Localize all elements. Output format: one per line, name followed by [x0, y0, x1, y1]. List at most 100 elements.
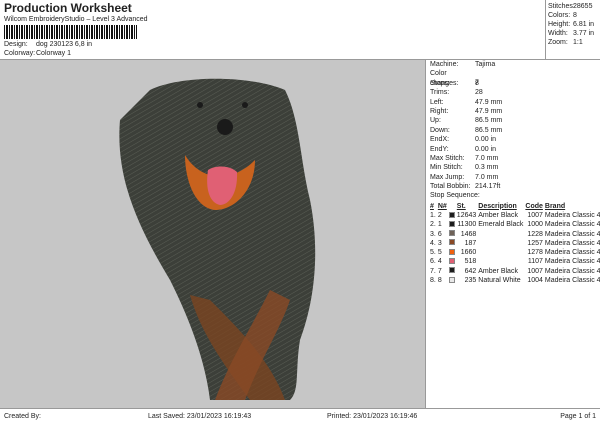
column-header: #: [430, 202, 434, 210]
thread-brand: Madeira Classic 40: [544, 221, 600, 229]
table-row: 7. 7 642 Amber Black 1007 Madeira Classic 40: [430, 267, 600, 276]
machine-row: Total Bobbin: 214.17ft: [430, 182, 596, 191]
table-row: 4. 3 187 1257 Madeira Classic 40: [430, 239, 600, 248]
table-row: 1. 2 12643 Amber Black 1007 Madeira Classic 4…: [430, 211, 600, 220]
stop-index: 3.: [430, 230, 436, 238]
thread-brand: Madeira Classic 40: [544, 249, 600, 257]
created-by: Created By:: [4, 413, 41, 420]
printed-date: Printed: 23/01/2023 16:19:46: [327, 413, 418, 420]
machine-value: 0.00 in: [475, 145, 497, 153]
thread-brand: Madeira Classic 40: [544, 239, 600, 247]
table-row: 6. 4 518 1107 Madeira Classic 40: [430, 257, 600, 266]
color-swatch: [448, 267, 455, 274]
machine-label: Max Jump:: [430, 173, 465, 181]
thread-description: Amber Black: [478, 212, 518, 219]
colorway-label: Colorway:: [4, 50, 36, 57]
machine-label: Total Bobbin:: [430, 183, 471, 191]
machine-value: 214.17ft: [475, 183, 501, 191]
machine-row: Color changes: 7: [430, 69, 596, 86]
table-row: 8. 8 235 Natural White 1004 Madeira Classic 4…: [430, 276, 600, 285]
thread-code: 1004: [527, 277, 543, 285]
stat-label: Width:: [548, 30, 568, 37]
thread-code: 1007: [527, 212, 543, 219]
column-header: [449, 202, 457, 211]
stop-index: 8.: [430, 277, 436, 285]
machine-row: Trims: 28: [430, 88, 596, 97]
machine-row: Up: 86.5 mm: [430, 116, 596, 125]
thread-code: 1007: [527, 267, 543, 275]
machine-row: Max Jump: 7.0 mm: [430, 173, 596, 182]
thread-brand: Madeira Classic 40: [544, 230, 600, 238]
color-swatch-cell: [448, 267, 457, 276]
needle-number: 8: [437, 277, 442, 285]
color-swatch-cell: [448, 239, 457, 248]
stat-label: Zoom:: [548, 39, 568, 46]
thread-brand: Madeira Classic 40: [544, 258, 600, 266]
machine-label: Right:: [430, 107, 449, 115]
machine-row: Right: 47.9 mm: [430, 107, 596, 116]
stop-sequence-table: # N# St. Description Code Brand 1. 2 12643 Amber…: [430, 202, 600, 285]
machine-row: EndX: 0.00 in: [430, 135, 596, 144]
machine-value: 86.5 mm: [475, 117, 503, 125]
stop-index: 1.: [430, 212, 436, 219]
machine-value: 7.0 mm: [475, 173, 499, 181]
table-row: 5. 5 1660 1278 Madeira Classic 40: [430, 248, 600, 257]
stat-row: Width: 3.77 in: [548, 29, 598, 38]
stat-value: 8: [573, 12, 577, 19]
stat-value: 3.77 in: [573, 30, 595, 37]
stitch-count: 187: [464, 239, 477, 247]
stitch-count: 642: [464, 267, 477, 275]
table-row: 3. 6 1468 1228 Madeira Classic 40: [430, 229, 600, 238]
stop-index: 6.: [430, 258, 436, 266]
machine-row: Down: 86.5 mm: [430, 126, 596, 135]
color-swatch-cell: [448, 211, 457, 220]
machine-label: EndY:: [430, 145, 449, 153]
worksheet-footer: Created By: Last Saved: 23/01/2023 16:19…: [0, 408, 600, 424]
info-panel: Machine: Tajima Color changes: 7 Stops: 8 Trim…: [425, 60, 600, 408]
thread-code: 1000: [527, 221, 543, 229]
stat-value: 28655: [573, 3, 593, 10]
thread-brand: Madeira Classic 40: [544, 212, 600, 219]
thread-code: 1257: [527, 239, 543, 247]
needle-number: 3: [437, 239, 442, 247]
stitch-count: 1468: [460, 230, 477, 238]
machine-value: 47.9 mm: [475, 107, 503, 115]
software-name: Wilcom EmbroideryStudio – Level 3 Advanc…: [4, 16, 148, 23]
machine-row: Max Stitch: 7.0 mm: [430, 154, 596, 163]
stop-sequence-label: Stop Sequence:: [430, 192, 480, 200]
stop-index: 2.: [430, 221, 436, 229]
color-swatch: [448, 248, 455, 255]
needle-number: 6: [437, 230, 442, 238]
machine-value: 47.9 mm: [475, 98, 503, 106]
barcode: [4, 25, 137, 39]
color-swatch-cell: [448, 248, 457, 257]
stat-row: Height: 6.81 in: [548, 20, 598, 29]
thread-description: Natural White: [478, 277, 521, 285]
design-label: Design:: [4, 41, 28, 48]
column-header: Description: [478, 202, 517, 210]
thread-description: [478, 248, 525, 257]
thread-description: Emerald Black: [478, 221, 524, 229]
stat-label: Stitches:: [548, 3, 575, 10]
needle-number: 7: [437, 267, 442, 275]
stitch-count: 11300: [457, 221, 477, 229]
machine-row: Machine: Tajima: [430, 60, 596, 69]
thread-code: 1278: [527, 249, 543, 257]
machine-label: Trims:: [430, 89, 450, 97]
color-swatch: [448, 220, 455, 227]
machine-label: Down:: [430, 126, 450, 134]
thread-code: 1228: [527, 230, 543, 238]
column-header: N#: [437, 202, 447, 210]
color-swatch: [448, 239, 455, 246]
stop-index: 4.: [430, 239, 436, 247]
machine-label: Left:: [430, 98, 444, 106]
color-swatch: [448, 257, 455, 264]
color-swatch-cell: [448, 257, 457, 266]
last-saved: Last Saved: 23/01/2023 16:19:43: [148, 413, 252, 420]
stat-label: Colors:: [548, 12, 571, 19]
stop-index: 5.: [430, 249, 436, 257]
needle-number: 4: [437, 258, 442, 266]
worksheet-header: Production Worksheet Wilcom EmbroiderySt…: [0, 0, 425, 60]
page-title: Production Worksheet: [4, 1, 132, 15]
page-number: Page 1 of 1: [560, 413, 596, 420]
